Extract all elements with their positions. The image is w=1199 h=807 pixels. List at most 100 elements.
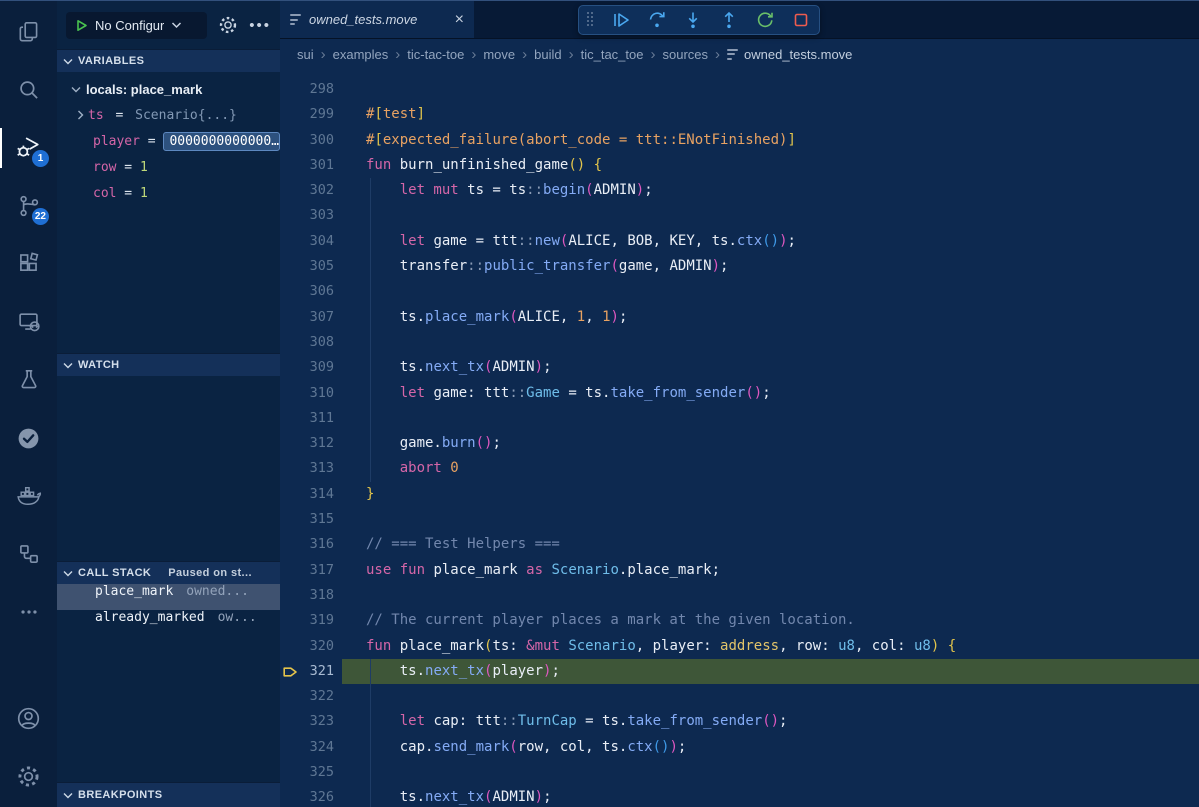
code-line[interactable]: 303 xyxy=(280,203,1199,228)
breadcrumb-item[interactable]: build xyxy=(534,47,561,62)
restart-button[interactable] xyxy=(755,10,775,30)
line-number-gutter[interactable]: 315 xyxy=(280,507,342,532)
code-line[interactable]: 326 ts.next_tx(ADMIN); xyxy=(280,785,1199,807)
line-number-gutter[interactable]: 324 xyxy=(280,735,342,760)
code-line[interactable]: 300#[expected_failure(abort_code = ttt::… xyxy=(280,128,1199,153)
line-number-gutter[interactable]: 298 xyxy=(280,77,342,102)
variable-row-col[interactable]: col = 1 xyxy=(57,180,280,206)
remote-explorer-icon-button[interactable] xyxy=(0,293,57,351)
breadcrumb-item[interactable]: examples xyxy=(333,47,389,62)
line-number-gutter[interactable]: 316 xyxy=(280,532,342,557)
line-number-gutter[interactable]: 306 xyxy=(280,279,342,304)
variable-row-ts[interactable]: ts = Scenario{...} xyxy=(57,102,280,128)
more-actions-icon[interactable]: ••• xyxy=(249,18,271,33)
step-into-button[interactable] xyxy=(683,10,703,30)
continue-button[interactable] xyxy=(611,10,631,30)
start-debug-icon[interactable] xyxy=(75,19,88,32)
code-line[interactable]: 309 ts.next_tx(ADMIN); xyxy=(280,355,1199,380)
debug-gear-icon[interactable] xyxy=(217,14,239,36)
code-line[interactable]: 298 xyxy=(280,77,1199,102)
docker-icon-button[interactable] xyxy=(0,467,57,525)
line-number-gutter[interactable]: 326 xyxy=(280,785,342,807)
line-number-gutter[interactable]: 323 xyxy=(280,709,342,734)
line-number-gutter[interactable]: 325 xyxy=(280,760,342,785)
code-line[interactable]: 316// === Test Helpers === xyxy=(280,532,1199,557)
code-line[interactable]: 311 xyxy=(280,406,1199,431)
line-number-gutter[interactable]: 300 xyxy=(280,128,342,153)
variable-row-row[interactable]: row = 1 xyxy=(57,154,280,180)
code-line[interactable]: 304 let game = ttt::new(ALICE, BOB, KEY,… xyxy=(280,229,1199,254)
breadcrumb-item[interactable]: sources xyxy=(662,47,708,62)
call-stack-section-header[interactable]: CALL STACK Paused on st... xyxy=(57,561,280,584)
line-number-gutter[interactable]: 305 xyxy=(280,254,342,279)
code-line[interactable]: 310 let game: ttt::Game = ts.take_from_s… xyxy=(280,381,1199,406)
code-line[interactable]: 320fun place_mark(ts: &mut Scenario, pla… xyxy=(280,634,1199,659)
line-number-gutter[interactable]: 299 xyxy=(280,102,342,127)
checks-icon-button[interactable] xyxy=(0,409,57,467)
variables-scope-row[interactable]: locals: place_mark xyxy=(57,76,280,102)
accounts-icon-button[interactable] xyxy=(0,689,57,747)
code-line[interactable]: 306 xyxy=(280,279,1199,304)
line-number-gutter[interactable]: 313 xyxy=(280,456,342,481)
variables-section-header[interactable]: VARIABLES xyxy=(57,49,280,72)
line-number-gutter[interactable]: 317 xyxy=(280,558,342,583)
breadcrumb-item[interactable]: move xyxy=(483,47,515,62)
line-number-gutter[interactable]: 321 xyxy=(280,659,342,684)
explorer-icon-button[interactable] xyxy=(0,3,57,61)
code-line[interactable]: 314} xyxy=(280,482,1199,507)
code-line[interactable]: 321 ts.next_tx(player); xyxy=(280,659,1199,684)
breakpoints-section-header[interactable]: BREAKPOINTS xyxy=(57,782,280,807)
code-line[interactable]: 318 xyxy=(280,583,1199,608)
source-control-icon-button[interactable]: 22 xyxy=(0,177,57,235)
drag-handle[interactable] xyxy=(587,12,595,28)
line-number-gutter[interactable]: 309 xyxy=(280,355,342,380)
extensions-icon-button[interactable] xyxy=(0,235,57,293)
code-line[interactable]: 307 ts.place_mark(ALICE, 1, 1); xyxy=(280,305,1199,330)
code-line[interactable]: 322 xyxy=(280,684,1199,709)
breadcrumb-item[interactable]: owned_tests.move xyxy=(744,47,852,62)
line-number-gutter[interactable]: 320 xyxy=(280,634,342,659)
debug-config-dropdown[interactable]: No Configur xyxy=(66,12,207,39)
variable-value-selected[interactable]: 0000000000000… xyxy=(163,132,280,151)
object-graph-icon-button[interactable] xyxy=(0,525,57,583)
code-line[interactable]: 302 let mut ts = ts::begin(ADMIN); xyxy=(280,178,1199,203)
line-number-gutter[interactable]: 310 xyxy=(280,381,342,406)
code-line[interactable]: 312 game.burn(); xyxy=(280,431,1199,456)
line-number-gutter[interactable]: 322 xyxy=(280,684,342,709)
settings-icon-button[interactable] xyxy=(0,747,57,805)
code-line[interactable]: 308 xyxy=(280,330,1199,355)
run-and-debug-icon-button[interactable]: 1 xyxy=(0,119,57,177)
breadcrumb-item[interactable]: sui xyxy=(297,47,314,62)
step-over-button[interactable] xyxy=(647,10,667,30)
code-line[interactable]: 299#[test] xyxy=(280,102,1199,127)
line-number-gutter[interactable]: 304 xyxy=(280,229,342,254)
line-number-gutter[interactable]: 311 xyxy=(280,406,342,431)
code-line[interactable]: 305 transfer::public_transfer(game, ADMI… xyxy=(280,254,1199,279)
testing-icon-button[interactable] xyxy=(0,351,57,409)
line-number-gutter[interactable]: 307 xyxy=(280,305,342,330)
code-line[interactable]: 315 xyxy=(280,507,1199,532)
line-number-gutter[interactable]: 314 xyxy=(280,482,342,507)
code-line[interactable]: 324 cap.send_mark(row, col, ts.ctx()); xyxy=(280,735,1199,760)
stack-frame-row[interactable]: already_marked ow... xyxy=(57,610,280,636)
step-out-button[interactable] xyxy=(719,10,739,30)
search-icon-button[interactable] xyxy=(0,61,57,119)
stop-button[interactable] xyxy=(791,10,811,30)
code-line[interactable]: 325 xyxy=(280,760,1199,785)
line-number-gutter[interactable]: 318 xyxy=(280,583,342,608)
close-icon[interactable]: × xyxy=(455,12,464,28)
code-line[interactable]: 317use fun place_mark as Scenario.place_… xyxy=(280,558,1199,583)
line-number-gutter[interactable]: 319 xyxy=(280,608,342,633)
breadcrumb-item[interactable]: tic-tac-toe xyxy=(407,47,464,62)
line-number-gutter[interactable]: 308 xyxy=(280,330,342,355)
variable-row-player[interactable]: player = 0000000000000… xyxy=(57,128,280,154)
code-line[interactable]: 319// The current player places a mark a… xyxy=(280,608,1199,633)
code-line[interactable]: 313 abort 0 xyxy=(280,456,1199,481)
watch-section-header[interactable]: WATCH xyxy=(57,353,280,376)
line-number-gutter[interactable]: 302 xyxy=(280,178,342,203)
line-number-gutter[interactable]: 312 xyxy=(280,431,342,456)
tab-owned-tests[interactable]: owned_tests.move × xyxy=(280,1,474,38)
code-line[interactable]: 323 let cap: ttt::TurnCap = ts.take_from… xyxy=(280,709,1199,734)
breadcrumb-item[interactable]: tic_tac_toe xyxy=(581,47,644,62)
code-line[interactable]: 301fun burn_unfinished_game() { xyxy=(280,153,1199,178)
